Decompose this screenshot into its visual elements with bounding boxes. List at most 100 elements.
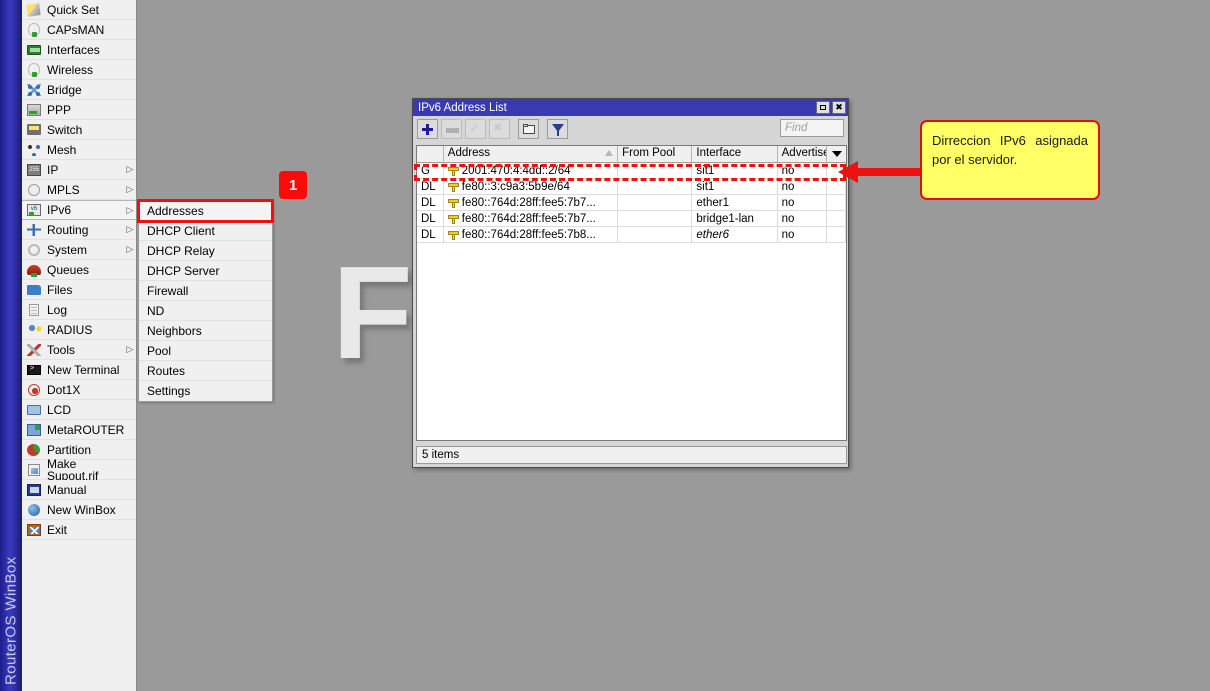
sidebar-item-label: IPv6	[47, 203, 72, 217]
sidebar-item-switch[interactable]: Switch	[22, 120, 136, 140]
enable-button[interactable]	[465, 119, 486, 139]
cell-address-text: fe80::764d:28ff:fee5:7b7...	[461, 196, 596, 209]
metarouter-icon	[25, 422, 43, 438]
comment-button[interactable]	[518, 119, 539, 139]
sidebar-item-manual[interactable]: Manual	[22, 480, 136, 500]
tools-icon	[25, 342, 43, 358]
cell-address-text: fe80::764d:28ff:fee5:7b8...	[461, 228, 596, 241]
cell-flags-text: DL	[421, 180, 436, 193]
sidebar-item-files[interactable]: Files	[22, 280, 136, 300]
submenu-item-firewall[interactable]: Firewall	[139, 281, 272, 301]
submenu-item-neighbors[interactable]: Neighbors	[139, 321, 272, 341]
interfaces-icon-shape	[27, 44, 41, 55]
system-icon	[25, 242, 43, 258]
sidebar-item-mesh[interactable]: Mesh	[22, 140, 136, 160]
disable-button[interactable]	[489, 119, 510, 139]
cell-flags: DL	[417, 195, 444, 210]
sidebar-item-bridge[interactable]: Bridge	[22, 80, 136, 100]
callout-arrow-line	[856, 168, 922, 176]
sidebar-item-tools[interactable]: Tools ▷	[22, 340, 136, 360]
table-row[interactable]: DL fe80::764d:28ff:fee5:7b7... bridge1-lan…	[417, 211, 846, 227]
column-header-from-pool[interactable]: From Pool	[618, 146, 693, 162]
mpls-icon-shape	[28, 183, 40, 196]
sidebar-item-label: PPP	[47, 102, 72, 117]
submenu-item-nd[interactable]: ND	[139, 301, 272, 321]
sidebar-item-queues[interactable]: Queues	[22, 260, 136, 280]
sidebar-item-capsman[interactable]: CAPsMAN	[22, 20, 136, 40]
sidebar-item-new-terminal[interactable]: New Terminal	[22, 360, 136, 380]
sidebar-item-label: New Terminal	[47, 362, 120, 377]
sidebar-item-routing[interactable]: Routing ▷	[22, 220, 136, 240]
cell-address-text: fe80::764d:28ff:fee5:7b7...	[461, 212, 596, 225]
sidebar-item-interfaces[interactable]: Interfaces	[22, 40, 136, 60]
newwinbox-icon-shape	[28, 503, 40, 516]
sidebar-item-system[interactable]: System ▷	[22, 240, 136, 260]
files-icon-shape	[27, 284, 41, 295]
sidebar-item-label: System	[47, 242, 88, 257]
submenu-item-dhcp-server[interactable]: DHCP Server	[139, 261, 272, 281]
submenu-item-addresses[interactable]: Addresses	[137, 199, 274, 223]
close-icon[interactable]: ✖	[832, 101, 846, 114]
find-input[interactable]: Find	[780, 119, 844, 137]
cell-interface: sit1	[692, 179, 778, 194]
add-button[interactable]	[417, 119, 438, 139]
wireless-icon-shape	[28, 62, 40, 77]
sidebar-item-radius[interactable]: RADIUS	[22, 320, 136, 340]
sidebar-item-label: Bridge	[47, 82, 82, 97]
submenu-item-dhcp-client[interactable]: DHCP Client	[139, 221, 272, 241]
status-bar: 5 items	[416, 446, 847, 464]
submenu-arrow-icon: ▷	[126, 224, 134, 234]
column-header-advertise[interactable]: Advertise	[777, 146, 828, 162]
sidebar-item-label: LCD	[47, 402, 72, 417]
address-pin-icon	[447, 181, 459, 192]
submenu-item-label: Routes	[147, 363, 186, 378]
submenu-item-label: Settings	[147, 384, 191, 398]
partition-icon-shape	[27, 443, 40, 456]
sidebar-item-label: CAPsMAN	[47, 22, 105, 37]
table-row[interactable]: DL fe80::3:c9a3:5b9e/64 sit1 no	[417, 179, 846, 195]
sidebar-item-new-winbox[interactable]: New WinBox	[22, 500, 136, 520]
supout-icon-shape	[28, 463, 40, 476]
column-chooser-button[interactable]	[827, 146, 846, 162]
mpls-icon	[25, 182, 43, 198]
window-titlebar[interactable]: IPv6 Address List ✖	[413, 99, 848, 116]
submenu-item-settings[interactable]: Settings	[139, 381, 272, 401]
submenu-item-routes[interactable]: Routes	[139, 361, 272, 381]
sidebar-item-wireless[interactable]: Wireless	[22, 60, 136, 80]
sidebar-item-metarouter[interactable]: MetaROUTER	[22, 420, 136, 440]
queues-icon-shape	[27, 264, 41, 277]
cell-from-pool	[618, 227, 693, 242]
sidebar-item-ipv6[interactable]: v6 IPv6 ▷	[22, 200, 136, 220]
submenu-item-dhcp-relay[interactable]: DHCP Relay	[139, 241, 272, 261]
dot1x-icon	[25, 382, 43, 398]
column-header-flags[interactable]	[417, 146, 444, 162]
maximize-icon[interactable]	[816, 101, 830, 114]
column-header-address[interactable]: Address	[443, 146, 619, 162]
cell-advertise-text: no	[781, 212, 795, 225]
column-header-interface[interactable]: Interface	[692, 146, 778, 162]
sidebar-item-label: RADIUS	[47, 322, 93, 337]
remove-button[interactable]	[441, 119, 462, 139]
sidebar-item-make-supout-rif[interactable]: Make Supout.rif	[22, 458, 136, 482]
sidebar-item-quick-set[interactable]: Quick Set	[22, 0, 136, 20]
submenu-item-pool[interactable]: Pool	[139, 341, 272, 361]
filter-button[interactable]	[547, 119, 568, 139]
screen: RouterOS WinBox Quick Set CAPsMAN Interfac…	[0, 0, 1210, 691]
sidebar-item-exit[interactable]: Exit	[22, 520, 136, 540]
sidebar-item-ppp[interactable]: PPP	[22, 100, 136, 120]
table-row[interactable]: DL fe80::764d:28ff:fee5:7b8... ether6 no	[417, 227, 846, 243]
cell-flags: DL	[417, 179, 444, 194]
sidebar-item-lcd[interactable]: LCD	[22, 400, 136, 420]
sidebar-item-ip[interactable]: 255 IP ▷	[22, 160, 136, 180]
cell-advertise: no	[778, 211, 828, 226]
cell-address-text: fe80::3:c9a3:5b9e/64	[461, 180, 570, 193]
table-row[interactable]: G 2001:470:4:4dd::2/64 sit1 no	[417, 163, 846, 179]
sidebar-item-log[interactable]: Log	[22, 300, 136, 320]
cell-advertise: no	[778, 179, 828, 194]
cell-advertise-text: no	[781, 180, 795, 193]
sidebar-item-mpls[interactable]: MPLS ▷	[22, 180, 136, 200]
cell-flags-text: DL	[421, 196, 436, 209]
table-row[interactable]: DL fe80::764d:28ff:fee5:7b7... ether1 no	[417, 195, 846, 211]
exit-icon	[25, 522, 43, 538]
sidebar-item-dot1x[interactable]: Dot1X	[22, 380, 136, 400]
